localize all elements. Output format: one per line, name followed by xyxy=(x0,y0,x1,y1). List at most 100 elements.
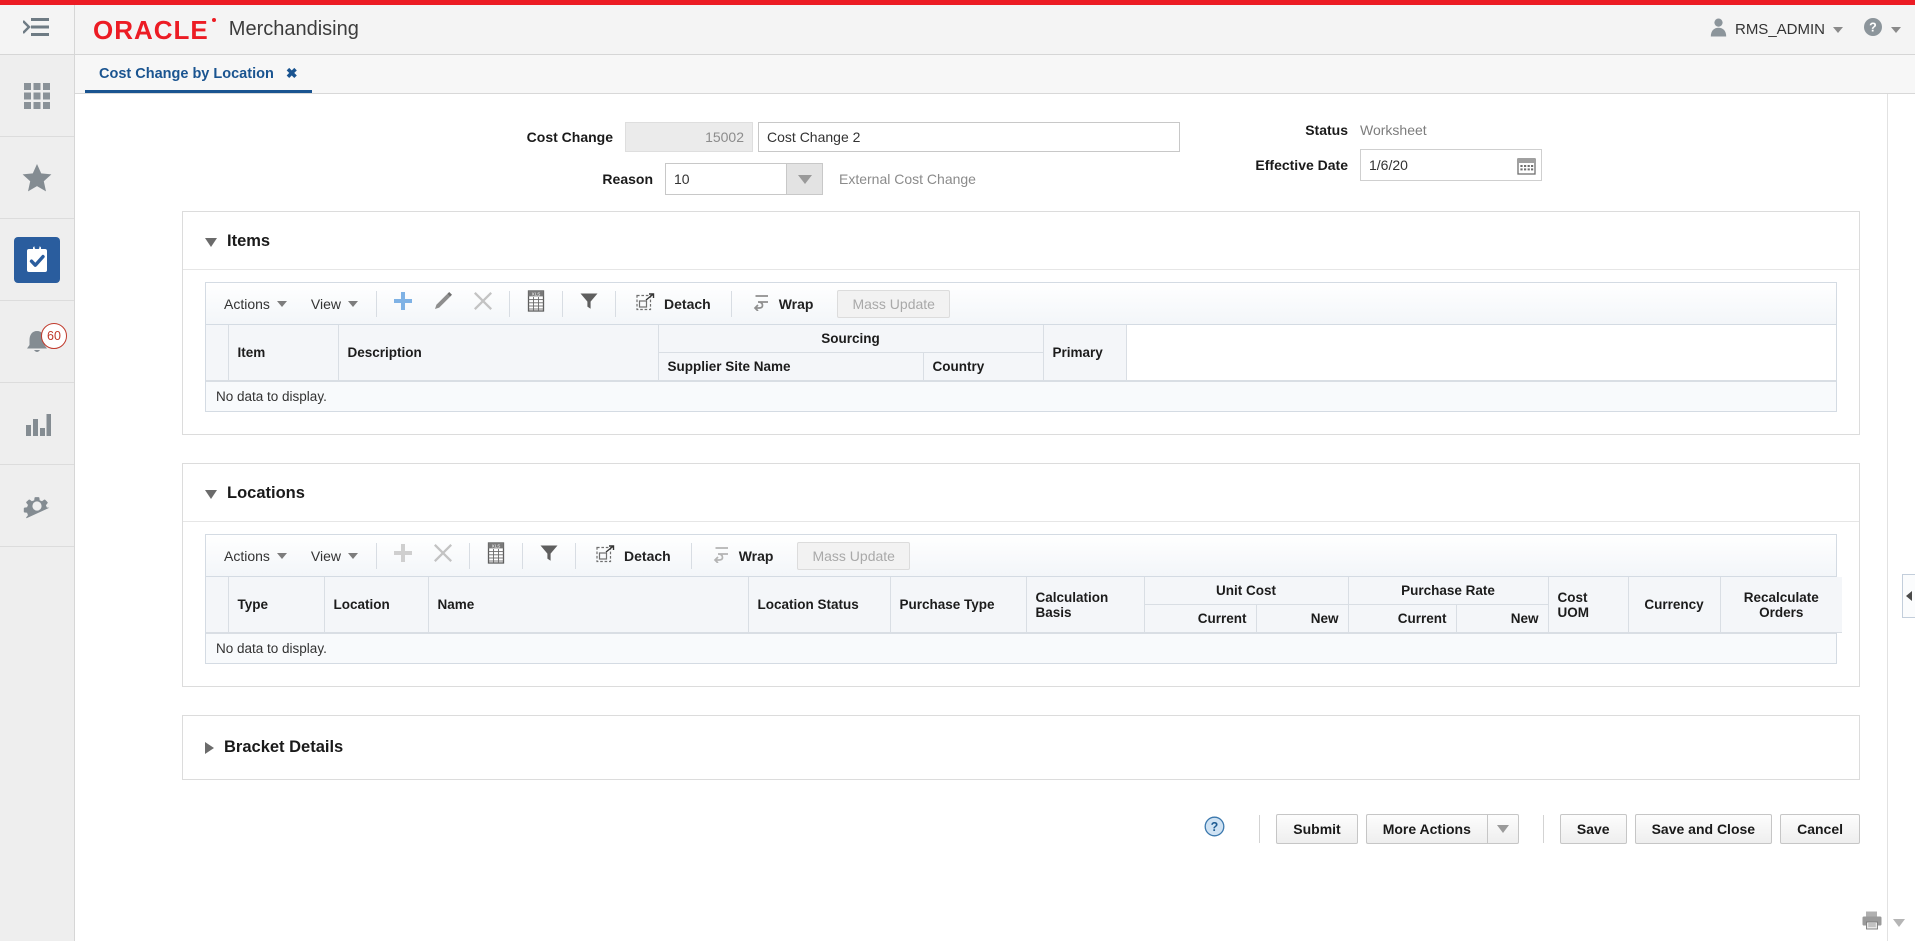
locations-actions-label: Actions xyxy=(224,548,270,564)
locations-col-cost-uom[interactable]: Cost UOM xyxy=(1548,577,1628,633)
locations-view-menu[interactable]: View xyxy=(299,535,370,576)
reason-label: Reason xyxy=(75,171,665,187)
funnel-filter-icon xyxy=(539,543,559,568)
sidebar-item-settings[interactable] xyxy=(0,465,74,547)
items-triangle-down-icon[interactable] xyxy=(205,238,217,247)
locations-col-recalculate-orders[interactable]: Recalculate Orders xyxy=(1720,577,1842,633)
sidebar-item-notifications[interactable]: 60 xyxy=(0,301,74,383)
toolbar-separator xyxy=(691,543,692,569)
more-actions-button[interactable]: More Actions xyxy=(1366,814,1487,844)
effective-date-field[interactable] xyxy=(1360,149,1542,181)
items-col-item[interactable]: Item xyxy=(228,325,338,381)
items-table: Item Description Sourcing Primary Suppli… xyxy=(206,325,1836,381)
locations-col-location-status[interactable]: Location Status xyxy=(748,577,890,633)
tab-label: Cost Change by Location xyxy=(99,66,274,82)
items-panel-body: Actions View xyxy=(183,270,1859,434)
toolbar-separator xyxy=(575,543,576,569)
reason-input[interactable] xyxy=(666,164,786,194)
help-menu-chevron-down-icon[interactable] xyxy=(1891,27,1901,33)
sidebar-item-applications[interactable] xyxy=(0,55,74,137)
close-icon[interactable]: ✖ xyxy=(286,65,298,82)
footer-help-circle-icon[interactable]: ? xyxy=(1204,816,1225,842)
reason-row: Reason External Cost Change xyxy=(75,163,1180,195)
locations-filter-button[interactable] xyxy=(529,535,569,576)
submit-button[interactable]: Submit xyxy=(1276,814,1357,844)
bracket-details-triangle-right-icon[interactable] xyxy=(205,742,214,754)
items-add-button[interactable] xyxy=(383,283,423,324)
tab-cost-change-by-location[interactable]: Cost Change by Location ✖ xyxy=(85,65,312,93)
locations-add-button[interactable] xyxy=(383,535,423,576)
status-dropdown-triangle-icon[interactable] xyxy=(1893,919,1905,927)
items-delete-button[interactable] xyxy=(463,283,503,324)
items-grid: Item Description Sourcing Primary Suppli… xyxy=(205,324,1837,412)
locations-triangle-down-icon[interactable] xyxy=(205,490,217,499)
chevron-down-icon xyxy=(277,553,287,559)
items-panel: Items Actions View xyxy=(182,211,1860,435)
help-circle-icon[interactable]: ? xyxy=(1863,17,1883,42)
locations-col-unit-cost-new[interactable]: New xyxy=(1256,605,1348,633)
items-edit-button[interactable] xyxy=(423,283,463,324)
items-col-primary[interactable]: Primary xyxy=(1043,325,1126,381)
effective-date-input[interactable] xyxy=(1361,157,1511,173)
user-menu-chevron-down-icon[interactable] xyxy=(1833,27,1843,33)
locations-col-calculation-basis[interactable]: Calculation Basis xyxy=(1026,577,1144,633)
toolbar-separator xyxy=(615,291,616,317)
locations-detach-button[interactable]: Detach xyxy=(582,535,685,576)
right-drawer-toggle[interactable] xyxy=(1902,574,1915,618)
detach-icon xyxy=(636,293,655,315)
sidebar-toggle-button[interactable] xyxy=(0,5,74,55)
locations-col-name[interactable]: Name xyxy=(428,577,748,633)
locations-col-currency[interactable]: Currency xyxy=(1628,577,1720,633)
items-export-button[interactable]: XLS xyxy=(516,283,556,324)
locations-col-purchase-rate-new[interactable]: New xyxy=(1456,605,1548,633)
locations-header-row-1: Type Location Name Location Status Purch… xyxy=(206,577,1842,605)
toolbar-separator xyxy=(376,291,377,317)
user-name-label[interactable]: RMS_ADMIN xyxy=(1735,21,1825,38)
items-detach-button[interactable]: Detach xyxy=(622,283,725,324)
star-favorites-icon xyxy=(14,155,60,201)
items-mass-update-button[interactable]: Mass Update xyxy=(837,290,949,318)
save-button[interactable]: Save xyxy=(1560,814,1627,844)
sidebar-item-favorites[interactable] xyxy=(0,137,74,219)
status-bar xyxy=(1861,910,1905,935)
svg-text:?: ? xyxy=(1869,21,1877,35)
items-wrap-button[interactable]: Wrap xyxy=(738,283,828,324)
reason-dropdown-triangle-icon[interactable] xyxy=(786,164,822,194)
export-excel-icon: XLS xyxy=(486,542,506,569)
locations-export-button[interactable]: XLS xyxy=(476,535,516,576)
main-stage: ORACLE Merchandising RMS_ADMIN ? xyxy=(75,5,1915,941)
locations-actions-menu[interactable]: Actions xyxy=(212,535,299,576)
locations-col-unit-cost-current[interactable]: Current xyxy=(1144,605,1256,633)
bracket-details-panel-header[interactable]: Bracket Details xyxy=(183,716,1859,779)
items-header-row-1: Item Description Sourcing Primary xyxy=(206,325,1836,353)
items-col-description[interactable]: Description xyxy=(338,325,658,381)
user-avatar-icon xyxy=(1710,18,1727,42)
cost-change-description-input[interactable] xyxy=(758,122,1180,152)
items-actions-menu[interactable]: Actions xyxy=(212,283,299,324)
locations-col-type[interactable]: Type xyxy=(228,577,324,633)
calendar-icon[interactable] xyxy=(1511,156,1541,175)
locations-panel-header[interactable]: Locations xyxy=(183,464,1859,522)
global-header-right: RMS_ADMIN ? xyxy=(1710,17,1901,42)
items-col-supplier-site-name[interactable]: Supplier Site Name xyxy=(658,353,923,381)
more-actions-dropdown-triangle-icon[interactable] xyxy=(1487,814,1519,844)
cancel-button[interactable]: Cancel xyxy=(1780,814,1860,844)
items-col-country[interactable]: Country xyxy=(923,353,1043,381)
pencil-edit-icon xyxy=(432,290,454,317)
locations-mass-update-button[interactable]: Mass Update xyxy=(797,542,909,570)
locations-delete-button[interactable] xyxy=(423,535,463,576)
sidebar-item-reports[interactable] xyxy=(0,383,74,465)
locations-col-purchase-rate-current[interactable]: Current xyxy=(1348,605,1456,633)
reason-lov[interactable] xyxy=(665,163,823,195)
locations-col-purchase-type[interactable]: Purchase Type xyxy=(890,577,1026,633)
chevron-down-icon xyxy=(348,553,358,559)
items-view-menu[interactable]: View xyxy=(299,283,370,324)
save-and-close-button[interactable]: Save and Close xyxy=(1635,814,1773,844)
printer-icon[interactable] xyxy=(1861,910,1883,935)
items-panel-header[interactable]: Items xyxy=(183,212,1859,270)
locations-col-location[interactable]: Location xyxy=(324,577,428,633)
sidebar-item-tasks[interactable] xyxy=(0,219,74,301)
items-col-group-sourcing: Sourcing xyxy=(658,325,1043,353)
locations-wrap-button[interactable]: Wrap xyxy=(698,535,788,576)
items-filter-button[interactable] xyxy=(569,283,609,324)
